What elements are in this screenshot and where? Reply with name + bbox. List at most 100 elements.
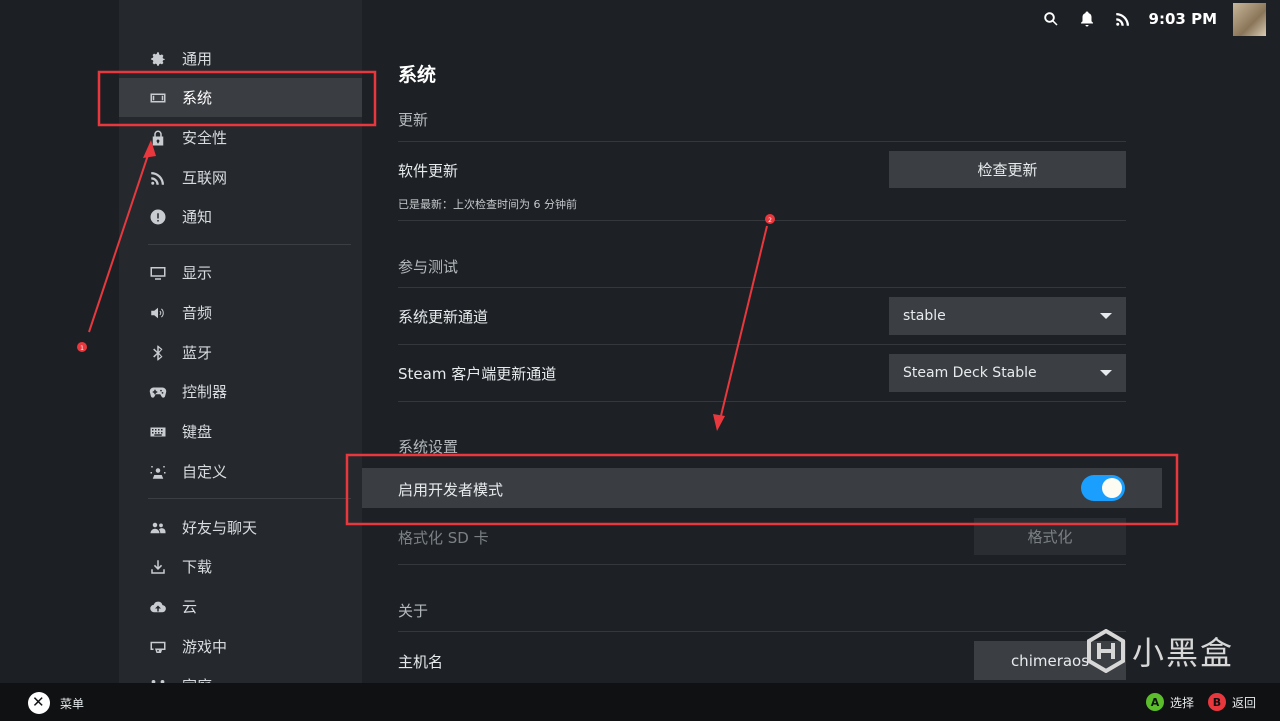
chevron-down-icon (1100, 370, 1112, 376)
section-title-beta: 参与测试 (398, 258, 459, 276)
search-icon[interactable] (1041, 9, 1061, 29)
sidebar-item-label: 好友与聊天 (182, 519, 258, 537)
sidebar-item-system[interactable]: 系统 (119, 78, 362, 117)
sidebar-divider (148, 498, 351, 499)
xbox-logo-icon (28, 692, 50, 714)
divider (398, 564, 1126, 565)
watermark-text: 小黑盒 (1132, 634, 1235, 672)
sidebar-item-label: 家庭 (182, 675, 212, 683)
select-label[interactable]: 选择 (1170, 694, 1194, 711)
sidebar-item-label: 下载 (182, 558, 213, 576)
sidebar-item-general[interactable]: 通用 (119, 39, 362, 78)
sidebar-item-label: 显示 (182, 264, 213, 282)
sidebar-item-customize[interactable]: 自定义 (119, 452, 362, 491)
sidebar-item-label: 键盘 (182, 423, 213, 441)
chevron-down-icon (1100, 313, 1112, 319)
sidebar-item-label: 控制器 (182, 383, 228, 401)
ingame-icon (148, 637, 168, 657)
sidebar-item-internet[interactable]: 互联网 (119, 158, 362, 197)
sidebar-item-label: 互联网 (182, 169, 228, 187)
sidebar-divider (148, 244, 351, 245)
speaker-icon (148, 303, 168, 323)
keyboard-icon (148, 422, 168, 442)
developer-mode-label: 启用开发者模式 (398, 481, 504, 499)
sidebar-item-label: 系统 (182, 89, 213, 107)
bell-icon[interactable] (1077, 9, 1097, 29)
wifi-icon (148, 168, 168, 188)
network-icon[interactable] (1113, 9, 1133, 29)
os-update-channel-label: 系统更新通道 (398, 308, 489, 326)
friends-icon (148, 518, 168, 538)
divider (398, 220, 1126, 221)
sidebar-item-label: 自定义 (182, 463, 228, 481)
settings-main-panel: 系统 更新 软件更新 已是最新：上次检查时间为 6 分钟前 检查更新 参与测试 … (362, 0, 1280, 683)
client-update-channel-value: Steam Deck Stable (903, 365, 1037, 381)
system-icon (148, 88, 168, 108)
os-update-channel-value: stable (903, 308, 946, 324)
client-update-channel-select[interactable]: Steam Deck Stable (889, 354, 1126, 392)
bottom-bar: 菜单 A 选择 B 返回 (0, 683, 1280, 721)
format-sd-label: 格式化 SD 卡 (398, 529, 489, 547)
watermark: 小黑盒 (1086, 628, 1234, 674)
settings-sidebar: 通用 系统 安全性 互联网 通知 显示 音频 蓝牙 控制器 键盘 自定义 好友与… (119, 0, 362, 683)
sidebar-item-label: 音频 (182, 304, 213, 322)
sidebar-item-audio[interactable]: 音频 (119, 293, 362, 332)
menu-hint[interactable]: 菜单 (28, 692, 84, 714)
sidebar-item-keyboard[interactable]: 键盘 (119, 412, 362, 451)
top-status-bar: 9:03 PM (1041, 0, 1280, 38)
hostname-label: 主机名 (398, 653, 444, 671)
sidebar-item-label: 通用 (182, 50, 213, 68)
sidebar-item-bluetooth[interactable]: 蓝牙 (119, 333, 362, 372)
back-label[interactable]: 返回 (1232, 694, 1256, 711)
gear-icon (148, 49, 168, 69)
format-sd-button[interactable]: 格式化 (974, 518, 1126, 555)
avatar[interactable] (1233, 2, 1266, 36)
button-hints: A 选择 B 返回 (1145, 693, 1256, 711)
sidebar-item-friends[interactable]: 好友与聊天 (119, 508, 362, 547)
customize-icon (148, 462, 168, 482)
sidebar-item-controller[interactable]: 控制器 (119, 372, 362, 411)
sidebar-item-cloud[interactable]: 云 (119, 587, 362, 626)
sidebar-item-display[interactable]: 显示 (119, 253, 362, 292)
software-update-label: 软件更新 (398, 162, 459, 180)
lock-icon (148, 128, 168, 148)
sidebar-item-label: 蓝牙 (182, 344, 213, 362)
sidebar-item-security[interactable]: 安全性 (119, 118, 362, 157)
a-button-icon: A (1145, 693, 1164, 711)
family-icon (148, 676, 168, 683)
sidebar-item-label: 安全性 (182, 129, 228, 147)
section-title-update: 更新 (398, 111, 429, 129)
sidebar-item-ingame[interactable]: 游戏中 (119, 627, 362, 666)
menu-label: 菜单 (60, 696, 85, 711)
sidebar-item-label: 云 (182, 598, 198, 616)
sidebar-item-notifications[interactable]: 通知 (119, 197, 362, 236)
os-update-channel-select[interactable]: stable (889, 297, 1126, 335)
download-icon (148, 557, 168, 577)
left-gutter (0, 0, 119, 683)
divider (398, 344, 1126, 345)
update-status-text: 已是最新：上次检查时间为 6 分钟前 (398, 198, 577, 211)
section-title-system-settings: 系统设置 (398, 438, 459, 456)
sidebar-item-family[interactable]: 家庭 (119, 666, 362, 683)
b-button-icon: B (1207, 693, 1226, 711)
toggle-knob (1102, 478, 1122, 498)
sidebar-item-label: 通知 (182, 208, 213, 226)
divider (398, 287, 1126, 288)
developer-mode-toggle[interactable] (1081, 475, 1125, 501)
clock: 9:03 PM (1148, 10, 1217, 28)
divider (398, 141, 1126, 142)
divider (398, 401, 1126, 402)
cloud-icon (148, 597, 168, 617)
check-update-button[interactable]: 检查更新 (889, 151, 1126, 188)
heybox-logo-icon (1087, 629, 1125, 673)
sidebar-item-downloads[interactable]: 下载 (119, 547, 362, 586)
divider (398, 631, 1126, 632)
gamepad-icon (148, 382, 168, 402)
monitor-icon (148, 263, 168, 283)
bluetooth-icon (148, 343, 168, 363)
page-title: 系统 (398, 64, 437, 86)
client-update-channel-label: Steam 客户端更新通道 (398, 365, 557, 383)
section-title-about: 关于 (398, 602, 429, 620)
sidebar-item-label: 游戏中 (182, 638, 228, 656)
alert-icon (148, 207, 168, 227)
